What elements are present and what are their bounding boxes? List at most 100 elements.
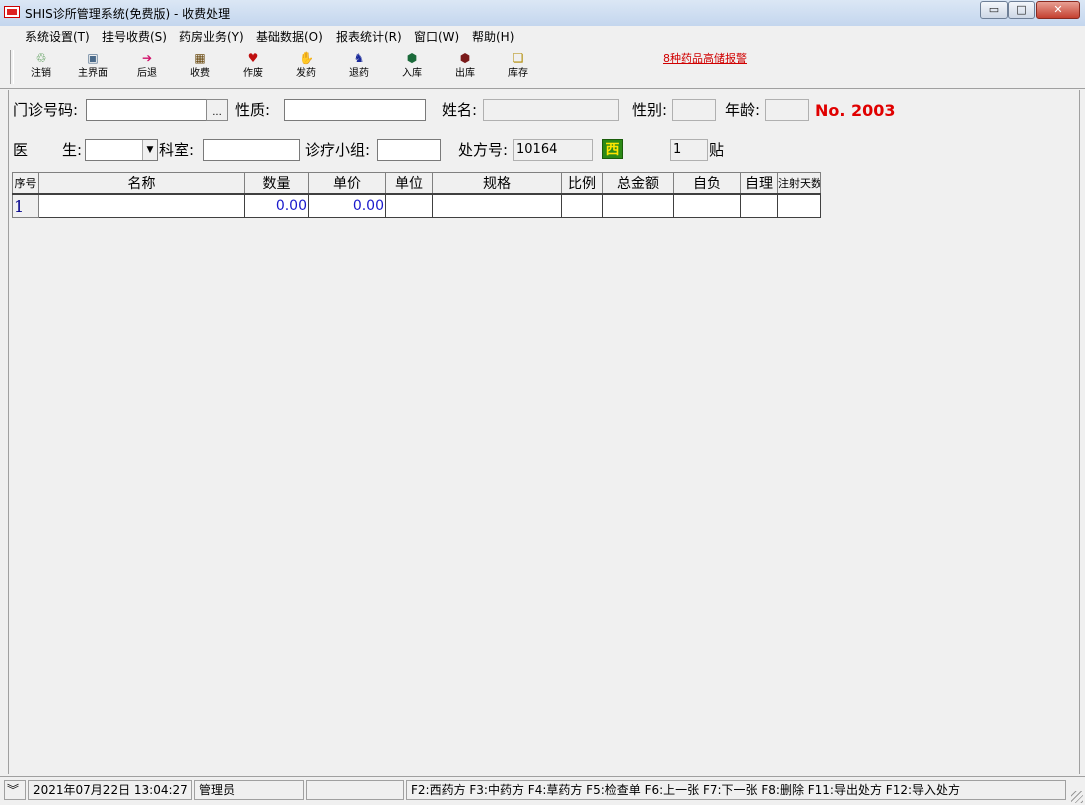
- nature-label: 性质:: [235, 101, 271, 119]
- dispense-button[interactable]: ✋ 发药: [281, 50, 331, 86]
- cell-price[interactable]: 0.00: [308, 193, 386, 218]
- toolbar-label: 后退: [137, 68, 157, 79]
- toolbar-label: 入库: [402, 68, 422, 79]
- name-label: 姓名:: [442, 101, 478, 119]
- toolbar-label: 主界面: [78, 68, 108, 79]
- inventory-icon: ❏: [512, 51, 524, 65]
- home-icon: ▣: [87, 51, 99, 65]
- inventory-button[interactable]: ❏ 库存: [493, 50, 543, 86]
- nature-input[interactable]: [284, 99, 426, 121]
- toolbar: ♲ 注销 ▣ 主界面 ➔ 后退 ▦ 收费 ♥ 作废 ✋ 发药 ♞ 退药 ⬢ 入库…: [0, 46, 1085, 89]
- stock-out-button[interactable]: ⬢ 出库: [440, 50, 490, 86]
- cell-ratio[interactable]: [561, 193, 603, 218]
- clinic-no-label: 门诊号码:: [13, 101, 79, 119]
- maximize-button[interactable]: □: [1008, 1, 1035, 19]
- col-header-seq[interactable]: 序号: [12, 172, 39, 195]
- toolbar-label: 出库: [455, 68, 475, 79]
- stock-out-icon: ⬢: [459, 51, 471, 65]
- col-header-name[interactable]: 名称: [38, 172, 245, 195]
- back-arrow-icon: ➔: [141, 51, 153, 65]
- cell-seq: 1: [12, 193, 39, 218]
- age-label: 年龄:: [725, 101, 761, 119]
- col-header-self-care[interactable]: 自理: [740, 172, 778, 195]
- charge-icon: ▦: [194, 51, 206, 65]
- dispense-icon: ✋: [299, 51, 314, 65]
- status-empty-panel: [306, 780, 404, 800]
- toolbar-label: 注销: [31, 68, 51, 79]
- clinic-no-lookup-button[interactable]: ...: [206, 99, 228, 121]
- menu-registration-charge[interactable]: 挂号收费(S): [102, 28, 167, 45]
- grid-header-row: 序号 名称 数量 单价 单位 规格 比例 总金额 自负 自理 注射天数: [12, 172, 821, 195]
- cell-unit[interactable]: [385, 193, 433, 218]
- cell-self-pay[interactable]: [673, 193, 741, 218]
- status-shortcuts: F2:西药方 F3:中药方 F4:草药方 F5:检查单 F6:上一张 F7:下一…: [406, 780, 1066, 800]
- col-header-unit[interactable]: 单位: [385, 172, 433, 195]
- status-bar: ︾ 2021年07月22日 13:04:27 管理员 F2:西药方 F3:中药方…: [0, 776, 1085, 805]
- team-input[interactable]: [377, 139, 441, 161]
- doses-unit-label: 贴: [709, 141, 725, 159]
- menu-reports[interactable]: 报表统计(R): [336, 28, 402, 45]
- doctor-select[interactable]: ▼: [85, 139, 158, 161]
- col-header-inject-days[interactable]: 注射天数: [777, 172, 821, 195]
- menu-system-settings[interactable]: 系统设置(T): [25, 28, 90, 45]
- toolbar-label: 发药: [296, 68, 316, 79]
- menu-window[interactable]: 窗口(W): [414, 28, 459, 45]
- col-header-price[interactable]: 单价: [308, 172, 386, 195]
- prescription-grid: 序号 名称 数量 单价 单位 规格 比例 总金额 自负 自理 注射天数 1 0.…: [12, 172, 821, 218]
- col-header-self-pay[interactable]: 自负: [673, 172, 741, 195]
- col-header-ratio[interactable]: 比例: [561, 172, 603, 195]
- title-bar: SHIS诊所管理系统(免费版) - 收费处理 ▭ □ ✕: [0, 0, 1085, 27]
- clinic-no-input[interactable]: [86, 99, 208, 121]
- cell-qty[interactable]: 0.00: [244, 193, 309, 218]
- dept-input[interactable]: [203, 139, 300, 161]
- void-icon: ♥: [247, 51, 259, 65]
- return-drug-icon: ♞: [353, 51, 365, 65]
- doctor-label-second: 生:: [62, 141, 83, 159]
- cell-self-care[interactable]: [740, 193, 778, 218]
- high-stock-alert-link[interactable]: 8种药品高储报警: [663, 50, 747, 66]
- home-button[interactable]: ▣ 主界面: [68, 50, 118, 86]
- logout-icon: ♲: [35, 51, 47, 65]
- doses-input[interactable]: 1: [670, 139, 708, 161]
- col-header-total[interactable]: 总金额: [602, 172, 674, 195]
- rx-no-input: 10164: [513, 139, 593, 161]
- cell-inject-days[interactable]: [777, 193, 821, 218]
- toolbar-label: 库存: [508, 68, 528, 79]
- western-medicine-badge[interactable]: 西: [602, 139, 623, 159]
- gender-input: [672, 99, 716, 121]
- dept-label: 科室:: [159, 141, 195, 159]
- cell-total[interactable]: [602, 193, 674, 218]
- toolbar-label: 作废: [243, 68, 263, 79]
- cell-spec[interactable]: [432, 193, 562, 218]
- void-button[interactable]: ♥ 作废: [228, 50, 278, 86]
- cell-name[interactable]: [38, 193, 245, 218]
- stock-in-button[interactable]: ⬢ 入库: [387, 50, 437, 86]
- minimize-button[interactable]: ▭: [980, 1, 1008, 19]
- col-header-qty[interactable]: 数量: [244, 172, 309, 195]
- status-toggle-icon[interactable]: ︾: [4, 780, 26, 800]
- app-icon: [4, 6, 20, 18]
- name-input: [483, 99, 619, 121]
- menu-pharmacy[interactable]: 药房业务(Y): [179, 28, 244, 45]
- toolbar-label: 退药: [349, 68, 369, 79]
- menu-help[interactable]: 帮助(H): [472, 28, 514, 45]
- close-button[interactable]: ✕: [1036, 1, 1080, 19]
- charge-button[interactable]: ▦ 收费: [175, 50, 225, 86]
- col-header-spec[interactable]: 规格: [432, 172, 562, 195]
- gender-label: 性别:: [632, 101, 668, 119]
- resize-grip-icon[interactable]: [1071, 791, 1083, 803]
- toolbar-label: 收费: [190, 68, 210, 79]
- status-datetime: 2021年07月22日 13:04:27: [28, 780, 192, 800]
- back-button[interactable]: ➔ 后退: [122, 50, 172, 86]
- team-label: 诊疗小组:: [305, 141, 371, 159]
- rx-no-label: 处方号:: [458, 141, 509, 159]
- doctor-label-first: 医: [13, 141, 29, 159]
- logout-button[interactable]: ♲ 注销: [16, 50, 66, 86]
- menu-base-data[interactable]: 基础数据(O): [256, 28, 323, 45]
- return-drug-button[interactable]: ♞ 退药: [334, 50, 384, 86]
- menu-bar: 系统设置(T) 挂号收费(S) 药房业务(Y) 基础数据(O) 报表统计(R) …: [0, 26, 1085, 47]
- chevron-down-icon[interactable]: ▼: [142, 140, 157, 160]
- table-row[interactable]: 1 0.00 0.00: [12, 193, 821, 218]
- toolbar-grip[interactable]: [10, 50, 14, 84]
- age-input: [765, 99, 809, 121]
